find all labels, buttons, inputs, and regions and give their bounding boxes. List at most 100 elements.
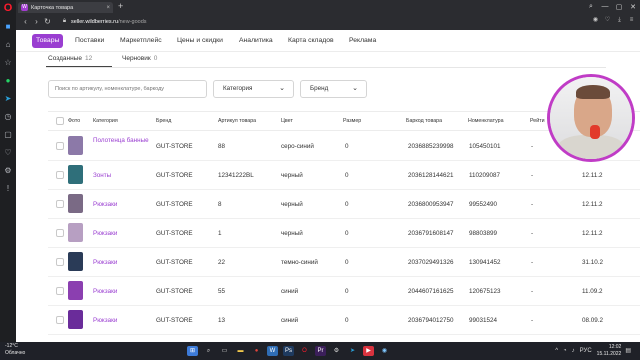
table-row[interactable]: Рюкзаки GUT-STORE 13 синий 0 2036794012750 990… <box>48 306 640 335</box>
bookmark-icon[interactable]: ♡ <box>603 16 612 25</box>
cell-barcode: 2037029491326 <box>408 259 454 266</box>
nav-tab-analytics[interactable]: Аналитика <box>239 34 273 48</box>
cell-size: 0 <box>345 230 349 237</box>
nav-tab-warehouse-map[interactable]: Карта складов <box>288 34 334 48</box>
network-icon[interactable]: ◔ <box>563 348 567 354</box>
cell-date: 12.11.2 <box>582 230 603 237</box>
weather-temp: -12°C <box>5 343 18 349</box>
lightbulb-icon[interactable]: ! <box>3 184 13 194</box>
notifications-icon[interactable]: ▤ <box>625 347 631 354</box>
product-thumbnail[interactable] <box>68 310 83 329</box>
telegram-app-icon[interactable]: ➤ <box>347 346 358 356</box>
table-row[interactable]: Рюкзаки GUT-STORE 22 темно-синий 0 2037029491… <box>48 248 640 277</box>
header-brand[interactable]: Бренд <box>156 118 171 124</box>
select-all-checkbox[interactable] <box>56 117 64 125</box>
product-thumbnail[interactable] <box>68 281 83 300</box>
telegram-icon[interactable]: ➤ <box>3 94 13 104</box>
row-checkbox[interactable] <box>56 258 64 266</box>
table-row[interactable]: Рюкзаки GUT-STORE 1 черный 0 2036791608147 988… <box>48 219 640 248</box>
cell-category[interactable]: Рюкзаки <box>93 259 117 266</box>
row-checkbox[interactable] <box>56 142 64 150</box>
category-dropdown[interactable]: Категория ⌄ <box>213 80 294 98</box>
obs-icon[interactable]: ◉ <box>379 346 390 356</box>
keyboard-language[interactable]: РУС <box>580 348 592 354</box>
nav-tab-prices[interactable]: Цены и скидки <box>177 34 223 48</box>
reload-icon[interactable]: ↻ <box>42 17 53 26</box>
product-thumbnail[interactable] <box>68 136 83 155</box>
tab-close-icon[interactable]: × <box>106 5 110 11</box>
speed-dial-icon[interactable]: ■ <box>3 22 13 32</box>
browser-tab[interactable]: W Карточка товара × <box>18 2 113 13</box>
premiere-icon[interactable]: Pr <box>315 346 326 356</box>
opera-icon[interactable]: O <box>299 346 310 356</box>
tab-strip: W Карточка товара × + ⌕ — ▢ ✕ <box>16 0 640 13</box>
nav-tab-goods[interactable]: Товары <box>32 34 64 48</box>
table-row[interactable]: Рюкзаки GUT-STORE 55 синий 0 2044607161625 120… <box>48 277 640 306</box>
nav-tab-ads[interactable]: Реклама <box>349 34 376 48</box>
new-tab-button[interactable]: + <box>118 1 123 11</box>
brand-dropdown[interactable]: Бренд ⌄ <box>300 80 367 98</box>
cell-category[interactable]: Зонты <box>93 172 111 179</box>
header-color[interactable]: Цвет <box>281 118 293 124</box>
clock-date: 15.11.2022 <box>596 350 622 357</box>
row-checkbox[interactable] <box>56 287 64 295</box>
weather-widget[interactable]: -12°C Облачно <box>5 343 25 357</box>
search-icon[interactable]: ⌕ <box>203 346 214 356</box>
minimize-icon[interactable]: — <box>598 3 612 10</box>
product-thumbnail[interactable] <box>68 223 83 242</box>
url-field[interactable]: 🔒︎ seller.wildberries.ru/new-goods <box>61 16 441 27</box>
cube-icon[interactable]: ▢ <box>3 130 13 140</box>
clock[interactable]: 12:02 15.11.2022 <box>597 344 622 357</box>
search-input[interactable] <box>48 80 207 98</box>
opera-logo-icon[interactable]: O <box>2 2 14 14</box>
maximize-icon[interactable]: ▢ <box>612 3 626 11</box>
cell-category[interactable]: Полотенца банные <box>93 137 153 144</box>
cell-category[interactable]: Рюкзаки <box>93 288 117 295</box>
back-icon[interactable]: ‹ <box>20 17 31 26</box>
product-thumbnail[interactable] <box>68 252 83 271</box>
forward-icon[interactable]: › <box>31 17 42 26</box>
gear-icon[interactable]: ⚙ <box>3 166 13 176</box>
header-rating[interactable]: Рейти <box>530 118 545 124</box>
tray-chevron-icon[interactable]: ^ <box>555 348 558 354</box>
windows-start-icon[interactable]: ⊞ <box>187 346 198 356</box>
product-thumbnail[interactable] <box>68 165 83 184</box>
close-window-icon[interactable]: ✕ <box>626 3 640 11</box>
nav-tab-supplies[interactable]: Поставки <box>75 34 104 48</box>
subtab-created[interactable]: Созданные 12 <box>48 55 92 62</box>
row-checkbox[interactable] <box>56 229 64 237</box>
volume-icon[interactable]: ♪ <box>572 348 575 354</box>
file-explorer-icon[interactable]: ▬ <box>235 346 246 356</box>
header-barcode[interactable]: Баркод товара <box>406 118 442 124</box>
row-checkbox[interactable] <box>56 316 64 324</box>
heart-icon[interactable]: ♡ <box>3 148 13 158</box>
task-view-icon[interactable]: ▭ <box>219 346 230 356</box>
easy-setup-icon[interactable]: ≡ <box>627 16 636 25</box>
chrome-icon[interactable]: ● <box>251 346 262 356</box>
search-tabs-icon[interactable]: ⌕ <box>584 3 598 11</box>
home-icon[interactable]: ⌂ <box>3 40 13 50</box>
row-checkbox[interactable] <box>56 200 64 208</box>
cell-category[interactable]: Рюкзаки <box>93 230 117 237</box>
camera-icon[interactable]: ◉ <box>591 16 600 25</box>
whatsapp-icon[interactable]: ● <box>3 76 13 86</box>
header-nomenclature[interactable]: Номенклатура <box>468 118 504 124</box>
row-checkbox[interactable] <box>56 171 64 179</box>
product-thumbnail[interactable] <box>68 194 83 213</box>
download-icon[interactable]: ⤓ <box>615 16 624 25</box>
table-row[interactable]: Рюкзаки GUT-STORE 8 черный 0 2036800953947 995… <box>48 190 640 219</box>
cell-category[interactable]: Рюкзаки <box>93 201 117 208</box>
settings-app-icon[interactable]: ⚙ <box>331 346 342 356</box>
table-row[interactable]: Зонты GUT-STORE 12341222BL черный 0 203612814… <box>48 161 640 190</box>
app-icon[interactable]: ▶ <box>363 346 374 356</box>
header-article[interactable]: Артикул товара <box>218 118 256 124</box>
subtab-drafts[interactable]: Черновик 0 <box>122 55 157 62</box>
nav-tab-marketplace[interactable]: Маркетплейс <box>120 34 162 48</box>
clock-icon[interactable]: ◷ <box>3 112 13 122</box>
star-icon[interactable]: ☆ <box>3 58 13 68</box>
cell-category[interactable]: Рюкзаки <box>93 317 117 324</box>
photoshop-icon[interactable]: Ps <box>283 346 294 356</box>
header-size[interactable]: Размер <box>343 118 361 124</box>
word-icon[interactable]: W <box>267 346 278 356</box>
header-category[interactable]: Категория <box>93 118 118 124</box>
